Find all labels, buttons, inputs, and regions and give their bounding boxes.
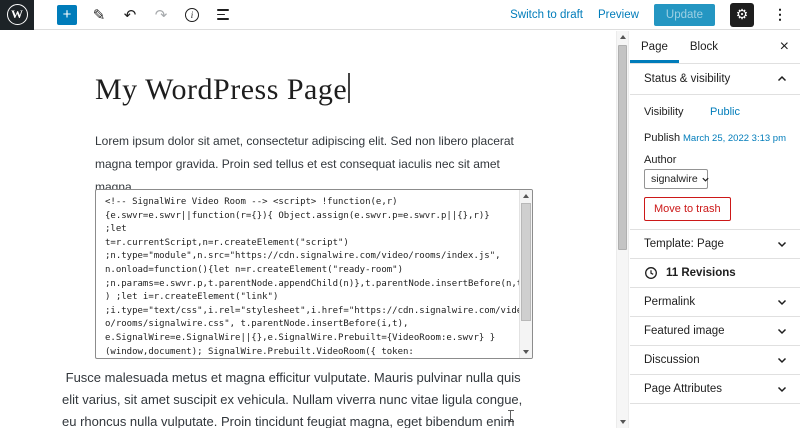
- page-title[interactable]: My WordPress Page: [95, 73, 350, 107]
- featured-image-label: Featured image: [644, 325, 725, 337]
- code-scrollbar-thumb[interactable]: [521, 203, 531, 321]
- publish-row: Publish March 25, 2022 3:13 pm: [644, 128, 786, 148]
- list-view-button[interactable]: [214, 6, 232, 24]
- html-code-block[interactable]: <!-- SignalWire Video Room --> <script> …: [95, 189, 533, 359]
- tab-page[interactable]: Page: [630, 31, 679, 63]
- wordpress-logo-icon: W: [7, 4, 28, 25]
- visibility-label: Visibility: [644, 106, 710, 118]
- revisions-button[interactable]: 11 Revisions: [630, 259, 800, 288]
- editor-toolbar: W + ✎ ↶ ↷ i Switch to draft Preview Upda…: [0, 0, 800, 30]
- page-title-text: My WordPress Page: [95, 73, 347, 106]
- visibility-value-button[interactable]: Public: [710, 106, 740, 118]
- author-select-value: signalwire: [651, 173, 698, 185]
- panel-status-visibility[interactable]: Status & visibility: [630, 64, 800, 95]
- plus-icon: +: [63, 7, 72, 22]
- settings-button[interactable]: ⚙: [730, 3, 754, 27]
- panel-featured-image[interactable]: Featured image: [630, 317, 800, 346]
- chevron-down-icon: [776, 354, 788, 366]
- redo-icon: ↷: [155, 6, 168, 24]
- add-block-button[interactable]: +: [57, 5, 77, 25]
- undo-button[interactable]: ↶: [121, 6, 139, 24]
- author-label: Author: [644, 154, 786, 166]
- visibility-row: Visibility Public: [644, 102, 786, 122]
- scroll-up-arrow-icon[interactable]: [617, 31, 628, 43]
- update-button[interactable]: Update: [654, 4, 715, 26]
- revisions-label: 11 Revisions: [666, 267, 736, 279]
- scroll-up-arrow-icon[interactable]: [520, 190, 532, 202]
- move-to-trash-button[interactable]: Move to trash: [644, 197, 731, 221]
- undo-icon: ↶: [124, 6, 137, 24]
- settings-sidebar: Page Block × Status & visibility Visibil…: [630, 31, 800, 428]
- status-visibility-body: Visibility Public Publish March 25, 2022…: [630, 95, 800, 230]
- discussion-label: Discussion: [644, 354, 700, 366]
- tab-block[interactable]: Block: [679, 31, 729, 63]
- switch-to-draft-link[interactable]: Switch to draft: [510, 9, 583, 21]
- redo-button[interactable]: ↷: [152, 6, 170, 24]
- panel-status-label: Status & visibility: [644, 73, 730, 85]
- info-icon: i: [185, 8, 199, 22]
- panel-discussion[interactable]: Discussion: [630, 346, 800, 375]
- chevron-down-icon: [776, 238, 788, 250]
- chevron-down-icon: [776, 325, 788, 337]
- code-snippet[interactable]: <!-- SignalWire Video Room --> <script> …: [105, 196, 516, 359]
- editor-scrollbar-thumb[interactable]: [618, 45, 627, 250]
- pencil-icon: ✎: [93, 6, 106, 24]
- gear-icon: ⚙: [736, 6, 749, 23]
- permalink-label: Permalink: [644, 296, 695, 308]
- publish-date-button[interactable]: March 25, 2022 3:13 pm: [683, 133, 786, 144]
- details-button[interactable]: i: [183, 6, 201, 24]
- scroll-down-arrow-icon[interactable]: [520, 346, 532, 358]
- list-view-icon: [217, 9, 229, 19]
- author-select[interactable]: signalwire: [644, 169, 708, 189]
- paragraph-block-2[interactable]: Fusce malesuada metus et magna efficitur…: [62, 367, 562, 428]
- toolbar-actions: Switch to draft Preview Update ⚙ ⋮: [510, 3, 800, 27]
- panel-template[interactable]: Template: Page: [630, 230, 800, 259]
- template-label: Template: Page: [644, 238, 724, 250]
- sidebar-tabs: Page Block ×: [630, 31, 800, 64]
- edit-tool-button[interactable]: ✎: [90, 6, 108, 24]
- preview-link[interactable]: Preview: [598, 9, 639, 21]
- mouse-ibeam-cursor: [510, 410, 511, 422]
- editor-canvas: My WordPress Page Lorem ipsum dolor sit …: [0, 31, 616, 428]
- options-menu-button[interactable]: ⋮: [769, 6, 791, 23]
- ellipsis-icon: ⋮: [773, 6, 787, 22]
- code-block-scrollbar[interactable]: [519, 190, 532, 358]
- text-caret: [348, 73, 350, 103]
- page-attributes-label: Page Attributes: [644, 383, 722, 395]
- scroll-down-arrow-icon[interactable]: [617, 416, 628, 428]
- chevron-down-icon: [776, 296, 788, 308]
- editor-scrollbar[interactable]: [616, 31, 629, 428]
- chevron-up-icon: [776, 73, 788, 85]
- chevron-down-icon: [776, 383, 788, 395]
- close-icon[interactable]: ×: [780, 39, 789, 55]
- panel-permalink[interactable]: Permalink: [630, 288, 800, 317]
- publish-label: Publish: [644, 132, 683, 144]
- panel-page-attributes[interactable]: Page Attributes: [630, 375, 800, 404]
- clock-icon: [644, 266, 658, 280]
- chevron-down-icon: [701, 175, 710, 184]
- wordpress-logo-button[interactable]: W: [0, 0, 34, 30]
- wordpress-editor-window: W + ✎ ↶ ↷ i Switch to draft Preview Upda…: [0, 0, 800, 428]
